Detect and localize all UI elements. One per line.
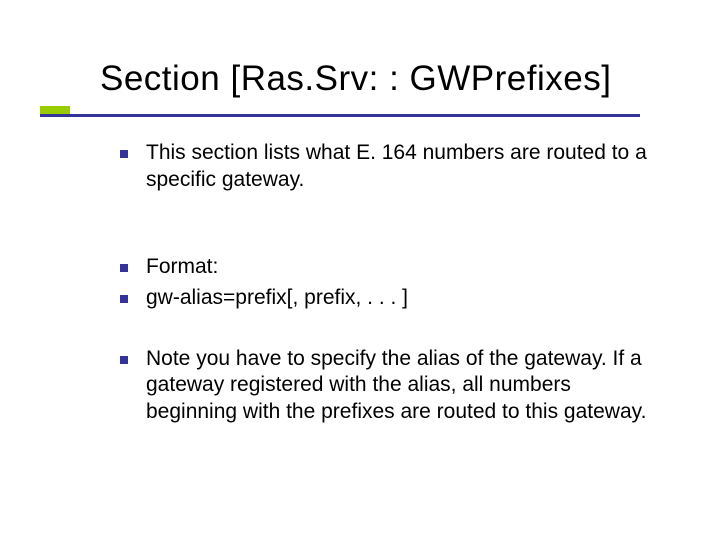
bullet-text: This section lists what E. 164 numbers a…: [146, 140, 660, 194]
title-underline: [40, 114, 640, 117]
bullet-text: Format:: [146, 254, 218, 281]
list-item: Format:: [120, 254, 660, 281]
list-item: This section lists what E. 164 numbers a…: [120, 140, 660, 194]
spacer: [120, 198, 660, 254]
slide-body: This section lists what E. 164 numbers a…: [120, 140, 660, 430]
slide-title: Section [Ras.Srv: : GWPrefixes]: [100, 60, 680, 99]
square-bullet-icon: [120, 356, 128, 364]
spacer: [120, 316, 660, 346]
square-bullet-icon: [120, 295, 128, 303]
slide: Section [Ras.Srv: : GWPrefixes] This sec…: [0, 0, 720, 540]
list-item: gw-alias=prefix[, prefix, . . . ]: [120, 285, 660, 312]
square-bullet-icon: [120, 150, 128, 158]
bullet-text: gw-alias=prefix[, prefix, . . . ]: [146, 285, 408, 312]
title-block: Section [Ras.Srv: : GWPrefixes]: [100, 60, 680, 99]
square-bullet-icon: [120, 264, 128, 272]
list-item: Note you have to specify the alias of th…: [120, 346, 660, 427]
bullet-text: Note you have to specify the alias of th…: [146, 346, 660, 427]
